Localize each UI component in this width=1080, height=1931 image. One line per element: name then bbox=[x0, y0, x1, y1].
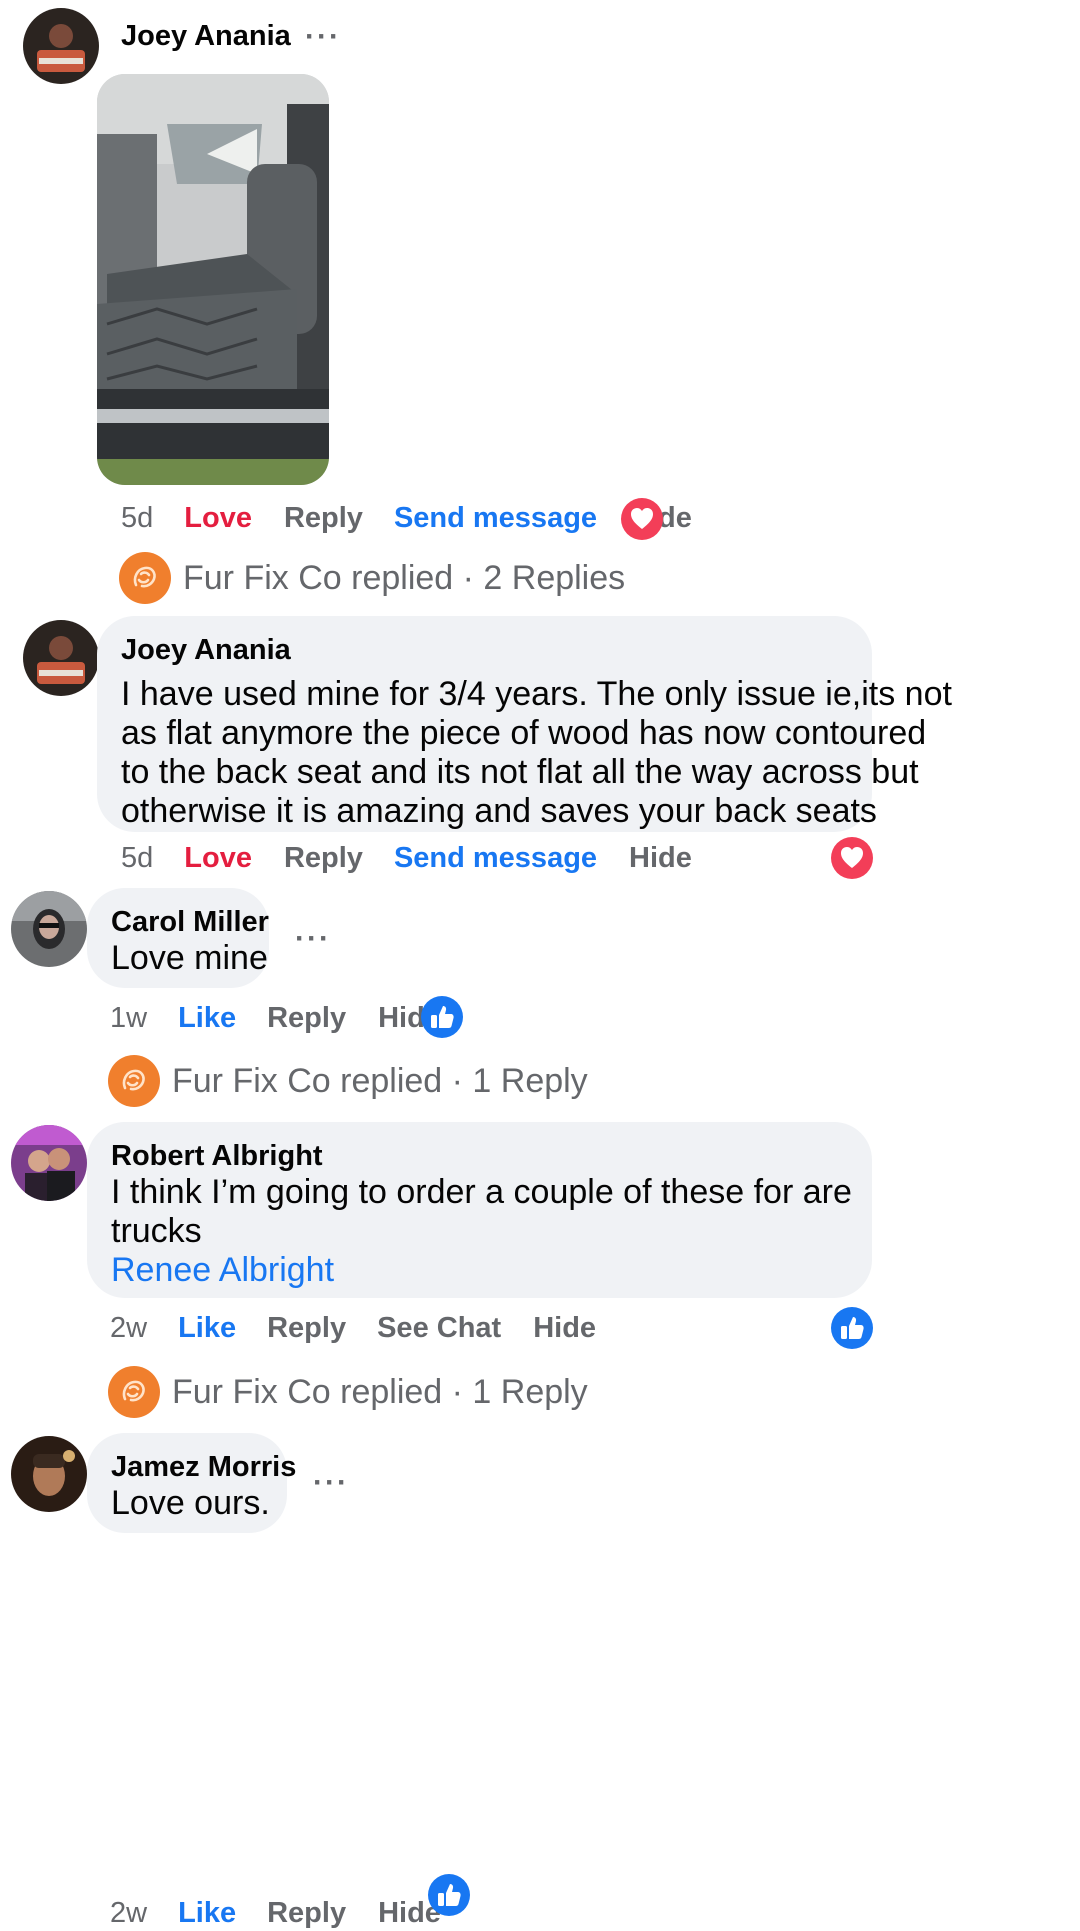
replies-link[interactable]: Fur Fix Co replied · 1 Reply bbox=[108, 1366, 588, 1418]
avatar[interactable] bbox=[11, 1436, 87, 1512]
page-avatar-icon bbox=[119, 552, 171, 604]
replies-link[interactable]: Fur Fix Co replied · 2 Replies bbox=[119, 552, 625, 604]
more-options-icon[interactable]: ··· bbox=[313, 1466, 349, 1500]
comment-text: Love mine bbox=[111, 939, 268, 977]
send-message-button[interactable]: Send message bbox=[394, 842, 597, 875]
like-button[interactable]: Like bbox=[178, 1002, 236, 1035]
comment-text-line: I think I’m going to order a couple of t… bbox=[111, 1173, 852, 1211]
comment-actions: 2w Like Reply Hide bbox=[110, 1895, 441, 1931]
comment-bubble: Jamez Morris Love ours. bbox=[87, 1433, 296, 1533]
comment-photo[interactable] bbox=[97, 74, 329, 485]
comment-text: Love ours. bbox=[111, 1484, 270, 1522]
thumbs-up-icon[interactable] bbox=[427, 1873, 471, 1917]
thumbs-up-icon[interactable] bbox=[420, 995, 464, 1039]
avatar[interactable] bbox=[11, 891, 87, 967]
love-button[interactable]: Love bbox=[184, 502, 252, 535]
hide-button[interactable]: Hide bbox=[629, 842, 692, 875]
avatar[interactable] bbox=[11, 1125, 87, 1201]
like-button[interactable]: Like bbox=[178, 1312, 236, 1345]
see-chat-button[interactable]: See Chat bbox=[377, 1312, 501, 1345]
avatar[interactable] bbox=[23, 8, 99, 84]
avatar[interactable] bbox=[23, 620, 99, 696]
thumbs-up-icon[interactable] bbox=[830, 1306, 874, 1350]
comment-author[interactable]: Joey Anania bbox=[121, 20, 291, 53]
hide-button[interactable]: Hide bbox=[533, 1312, 596, 1345]
page-avatar-icon bbox=[108, 1366, 160, 1418]
comment-actions: 5d Love Reply Send message Hide bbox=[121, 840, 692, 876]
timestamp[interactable]: 1w bbox=[110, 1002, 147, 1035]
more-options-icon[interactable]: ··· bbox=[295, 922, 331, 956]
comment-actions: 2w Like Reply See Chat Hide bbox=[110, 1310, 596, 1346]
replies-label: Fur Fix Co replied · 1 Reply bbox=[172, 1372, 588, 1411]
timestamp[interactable]: 2w bbox=[110, 1312, 147, 1345]
page-avatar-icon bbox=[108, 1055, 160, 1107]
replies-label: Fur Fix Co replied · 2 Replies bbox=[183, 558, 626, 597]
comment-actions: 1w Like Reply Hide bbox=[110, 1000, 441, 1036]
comment-bubble: Joey Anania I have used mine for 3/4 yea… bbox=[97, 616, 952, 832]
comment-bubble: Carol Miller Love mine bbox=[87, 888, 269, 988]
mention-link[interactable]: Renee Albright bbox=[111, 1246, 852, 1294]
timestamp[interactable]: 5d bbox=[121, 502, 153, 535]
love-button[interactable]: Love bbox=[184, 842, 252, 875]
timestamp[interactable]: 2w bbox=[110, 1897, 147, 1930]
more-options-icon[interactable]: ··· bbox=[305, 20, 341, 54]
heart-icon[interactable] bbox=[830, 836, 874, 880]
replies-link[interactable]: Fur Fix Co replied · 1 Reply bbox=[108, 1055, 588, 1107]
reply-button[interactable]: Reply bbox=[284, 502, 363, 535]
comment-actions: 5d Love Reply Send message Hide bbox=[121, 500, 692, 536]
heart-icon[interactable] bbox=[620, 497, 664, 541]
reply-button[interactable]: Reply bbox=[267, 1002, 346, 1035]
comment-author[interactable]: Joey Anania bbox=[121, 634, 291, 667]
comment-text-line: otherwise it is amazing and saves your b… bbox=[121, 792, 877, 830]
comment-bubble: Robert Albright I think I’m going to ord… bbox=[87, 1122, 872, 1298]
reply-button[interactable]: Reply bbox=[267, 1897, 346, 1930]
reply-button[interactable]: Reply bbox=[267, 1312, 346, 1345]
reply-button[interactable]: Reply bbox=[284, 842, 363, 875]
timestamp[interactable]: 5d bbox=[121, 842, 153, 875]
send-message-button[interactable]: Send message bbox=[394, 502, 597, 535]
like-button[interactable]: Like bbox=[178, 1897, 236, 1930]
replies-label: Fur Fix Co replied · 1 Reply bbox=[172, 1061, 588, 1100]
